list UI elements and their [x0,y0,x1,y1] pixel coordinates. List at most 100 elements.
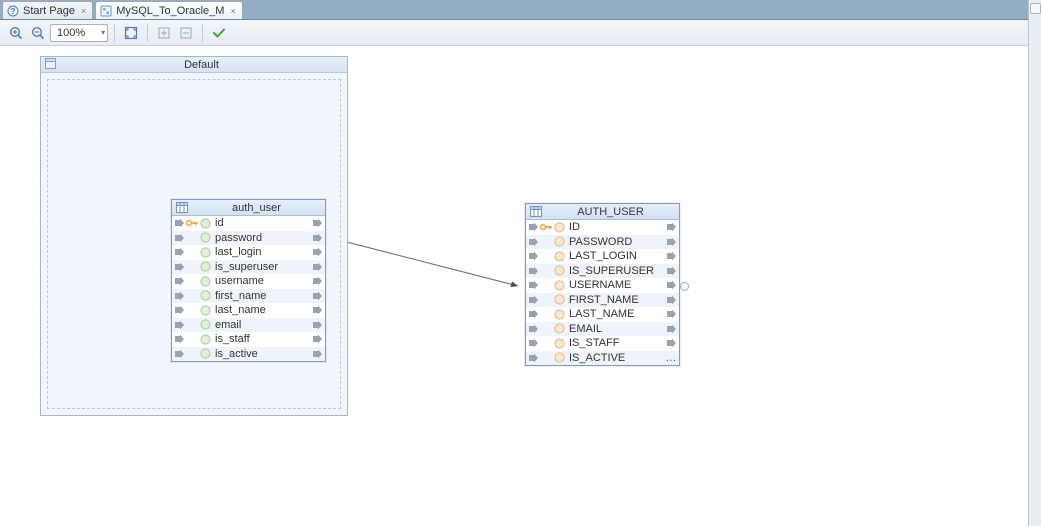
port-out-icon[interactable] [312,233,323,243]
port-out-icon[interactable] [312,334,323,344]
table-column-row[interactable]: PASSWORD [526,235,679,250]
port-in-icon[interactable] [528,280,539,290]
column-type-icon [199,319,211,331]
primary-key-icon [539,250,553,262]
primary-key-icon [185,217,199,229]
table-column-row[interactable]: LAST_NAME [526,307,679,322]
tab-strip: ? Start Page × MySQL_To_Oracle_M × [0,0,1041,20]
port-out-icon[interactable] [312,291,323,301]
table-column-row[interactable]: ID [526,220,679,235]
toolbar: 100% ▾ [0,20,1041,46]
port-out-icon[interactable] [666,324,677,334]
port-in-icon[interactable] [528,237,539,247]
table-column-row[interactable]: is_superuser [172,260,325,275]
column-name: email [213,319,312,331]
table-column-row[interactable]: EMAIL [526,322,679,337]
port-out-icon[interactable] [666,280,677,290]
table-column-row[interactable]: id [172,216,325,231]
tab-mapping-doc[interactable]: MySQL_To_Oracle_M × [95,1,242,19]
port-in-icon[interactable] [174,276,185,286]
port-in-icon[interactable] [174,320,185,330]
expand-button[interactable] [154,23,174,43]
table-icon [176,202,188,213]
table-column-row[interactable]: IS_ACTIVE… [526,351,679,366]
more-icon[interactable]: … [665,352,677,364]
port-out-icon[interactable] [312,247,323,257]
port-out-icon[interactable] [666,309,677,319]
zoom-value: 100% [57,27,85,39]
port-in-icon[interactable] [174,233,185,243]
table-node-source[interactable]: auth_user idpasswordlast_loginis_superus… [171,199,326,362]
table-node-target[interactable]: AUTH_USER IDPASSWORDLAST_LOGIN IS_SUPERUS… [525,203,680,366]
table-column-row[interactable]: first_name [172,289,325,304]
column-type-icon [553,352,565,364]
fit-to-window-button[interactable] [121,23,141,43]
port-out-icon[interactable] [312,262,323,272]
table-column-row[interactable]: is_staff [172,332,325,347]
port-out-icon[interactable] [666,251,677,261]
tab-start-page[interactable]: ? Start Page × [2,1,93,19]
port-out-icon[interactable] [312,218,323,228]
port-in-icon[interactable] [528,338,539,348]
table-column-row[interactable]: email [172,318,325,333]
schema-group-header[interactable]: Default [41,57,347,73]
close-icon[interactable]: × [230,6,235,16]
column-type-icon [553,294,565,306]
tab-label: MySQL_To_Oracle_M [116,5,224,17]
table-column-row[interactable]: LAST_LOGIN [526,249,679,264]
primary-key-icon [185,333,199,345]
port-out-icon[interactable] [666,266,677,276]
port-in-icon[interactable] [528,324,539,334]
port-in-icon[interactable] [174,262,185,272]
connection-endpoint[interactable] [680,282,689,291]
close-icon[interactable]: × [81,6,86,16]
column-name: FIRST_NAME [567,294,666,306]
port-in-icon[interactable] [528,353,539,363]
table-column-row[interactable]: password [172,231,325,246]
table-node-header[interactable]: AUTH_USER [526,204,679,220]
table-column-row[interactable]: FIRST_NAME [526,293,679,308]
table-column-row[interactable]: USERNAME [526,278,679,293]
port-in-icon[interactable] [174,291,185,301]
port-in-icon[interactable] [174,305,185,315]
collapse-button[interactable] [176,23,196,43]
mapping-canvas[interactable]: Default auth_user idpasswordlast_loginis… [0,46,1028,526]
port-out-icon[interactable] [312,320,323,330]
port-in-icon[interactable] [528,251,539,261]
port-out-icon[interactable] [666,222,677,232]
port-out-icon[interactable] [666,338,677,348]
validate-button[interactable] [209,23,229,43]
table-column-row[interactable]: IS_SUPERUSER [526,264,679,279]
table-column-row[interactable]: IS_STAFF [526,336,679,351]
column-type-icon [199,333,211,345]
zoom-combo[interactable]: 100% ▾ [50,24,108,42]
port-in-icon[interactable] [174,247,185,257]
port-out-icon[interactable] [666,237,677,247]
port-in-icon[interactable] [528,295,539,305]
port-in-icon[interactable] [528,309,539,319]
column-type-icon [553,265,565,277]
port-in-icon[interactable] [174,334,185,344]
table-column-row[interactable]: last_name [172,303,325,318]
port-in-icon[interactable] [174,218,185,228]
zoom-out-button[interactable] [28,23,48,43]
port-in-icon[interactable] [174,349,185,359]
primary-key-icon [539,221,553,233]
port-out-icon[interactable] [666,295,677,305]
port-in-icon[interactable] [528,222,539,232]
schema-group-default[interactable]: Default auth_user idpasswordlast_loginis… [40,56,348,416]
column-type-icon [199,348,211,360]
table-column-row[interactable]: is_active [172,347,325,362]
port-out-icon[interactable] [312,349,323,359]
column-name: LAST_LOGIN [567,250,666,262]
port-out-icon[interactable] [312,305,323,315]
port-out-icon[interactable] [312,276,323,286]
table-node-header[interactable]: auth_user [172,200,325,216]
primary-key-icon [539,265,553,277]
table-column-row[interactable]: username [172,274,325,289]
port-in-icon[interactable] [528,266,539,276]
table-column-row[interactable]: last_login [172,245,325,260]
zoom-in-button[interactable] [6,23,26,43]
right-gutter-button[interactable] [1030,3,1041,14]
column-name: EMAIL [567,323,666,335]
